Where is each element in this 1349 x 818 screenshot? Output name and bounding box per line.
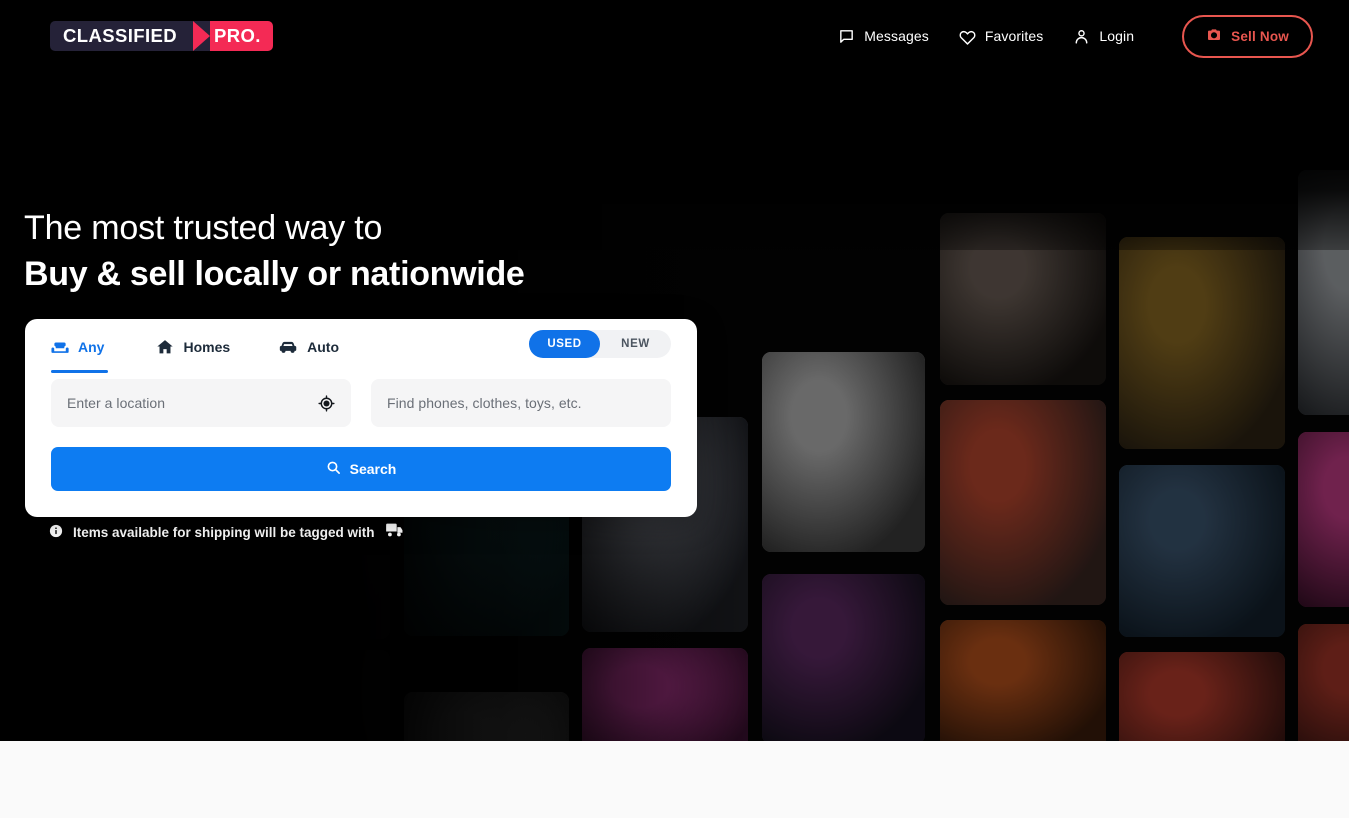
search-card-top-row: Any Homes Auto USED NEW bbox=[51, 319, 671, 373]
shipping-note: Items available for shipping will be tag… bbox=[49, 523, 404, 541]
mosaic-tile-image bbox=[1119, 465, 1285, 637]
sell-now-label: Sell Now bbox=[1231, 28, 1289, 44]
location-input[interactable]: Enter a location bbox=[51, 379, 351, 427]
condition-option-used[interactable]: USED bbox=[529, 330, 600, 358]
search-button-label: Search bbox=[349, 461, 397, 477]
mosaic-tile-mountain-bike-bw bbox=[1298, 170, 1349, 415]
nav-item-favorites[interactable]: Favorites bbox=[959, 28, 1043, 45]
mosaic-tile-image bbox=[225, 650, 390, 741]
search-fields: Enter a location Find phones, clothes, t… bbox=[51, 379, 671, 427]
mosaic-tile-ipad-unboxing bbox=[1119, 237, 1285, 449]
gps-crosshair-icon[interactable] bbox=[318, 394, 335, 412]
heart-icon bbox=[959, 28, 976, 45]
headline-line-1: The most trusted way to bbox=[24, 209, 383, 247]
mosaic-tile-pink-game-controller bbox=[1298, 432, 1349, 607]
mosaic-tile-image bbox=[940, 213, 1106, 385]
nav-label-messages: Messages bbox=[864, 28, 929, 44]
magnifier-icon bbox=[326, 460, 341, 478]
nav-item-messages[interactable]: Messages bbox=[838, 28, 929, 45]
brand-logo-chevron bbox=[192, 21, 210, 51]
tab-label-homes: Homes bbox=[183, 339, 231, 355]
info-circle-icon bbox=[49, 524, 63, 541]
condition-option-new[interactable]: NEW bbox=[600, 330, 671, 358]
mosaic-tile-red-object-desk bbox=[1298, 624, 1349, 741]
sofa-icon bbox=[51, 338, 69, 356]
mosaic-tile-blue-sofa-pillow bbox=[1119, 465, 1285, 637]
brand-logo-dot: . bbox=[255, 25, 261, 46]
mosaic-tile-denim-jacket-orange bbox=[44, 576, 214, 741]
mosaic-tile-image bbox=[1119, 652, 1285, 741]
mosaic-tile-grey-hoodie bbox=[762, 352, 925, 552]
tab-label-auto: Auto bbox=[307, 339, 340, 355]
mosaic-tile-image bbox=[1298, 432, 1349, 607]
mosaic-tile-image bbox=[44, 576, 214, 741]
brand-logo-pro: PRO. bbox=[209, 21, 273, 51]
nav-item-login[interactable]: Login bbox=[1073, 28, 1134, 45]
mosaic-tile-image bbox=[762, 352, 925, 552]
tab-auto[interactable]: Auto bbox=[278, 321, 363, 373]
delivery-truck-icon bbox=[385, 523, 404, 541]
tab-label-any: Any bbox=[78, 339, 105, 355]
house-icon bbox=[156, 338, 174, 356]
location-input-placeholder: Enter a location bbox=[67, 395, 166, 411]
tab-any[interactable]: Any bbox=[51, 321, 132, 373]
mosaic-tile-image bbox=[1298, 624, 1349, 741]
nav-label-login: Login bbox=[1099, 28, 1135, 44]
mosaic-tile-ps5-console-box bbox=[225, 650, 390, 741]
site-header: CLASSIFIED PRO. Messages Favorites Login… bbox=[0, 0, 1349, 72]
mosaic-tile-white-tshirt bbox=[404, 692, 569, 741]
category-tabs: Any Homes Auto bbox=[51, 321, 387, 373]
mosaic-tile-image bbox=[940, 400, 1106, 605]
mosaic-tile-image bbox=[404, 692, 569, 741]
search-card: Any Homes Auto USED NEW Enter a location… bbox=[25, 319, 697, 517]
mosaic-tile-red-wristwatch bbox=[1119, 652, 1285, 741]
hero-section: CLASSIFIED PRO. Messages Favorites Login… bbox=[0, 0, 1349, 741]
car-icon bbox=[278, 337, 298, 357]
sell-now-button[interactable]: Sell Now bbox=[1182, 14, 1313, 58]
hero-headline: The most trusted way to Buy & sell local… bbox=[24, 206, 525, 298]
tab-homes[interactable]: Homes bbox=[156, 321, 254, 373]
mosaic-tile-image bbox=[582, 648, 748, 741]
nav-label-favorites: Favorites bbox=[984, 28, 1044, 44]
mosaic-tile-airpods-watch-desk bbox=[940, 620, 1106, 741]
mosaic-tile-image bbox=[762, 574, 925, 741]
header-nav: Messages Favorites Login Sell Now bbox=[838, 14, 1313, 58]
brand-logo[interactable]: CLASSIFIED PRO. bbox=[50, 21, 273, 51]
headline-line-2: Buy & sell locally or nationwide bbox=[24, 254, 525, 293]
mosaic-tile-image bbox=[1298, 170, 1349, 415]
query-input-placeholder: Find phones, clothes, toys, etc. bbox=[387, 395, 582, 411]
brand-logo-classified: CLASSIFIED bbox=[50, 21, 193, 51]
mosaic-tile-apple-watch-wrist bbox=[940, 213, 1106, 385]
person-icon bbox=[1073, 28, 1090, 45]
mosaic-tile-image bbox=[1119, 237, 1285, 449]
brand-logo-pro-text: PRO bbox=[213, 25, 256, 46]
condition-toggle[interactable]: USED NEW bbox=[529, 330, 671, 358]
page-below-fold bbox=[0, 741, 1349, 818]
mosaic-tile-red-bmw-car bbox=[940, 400, 1106, 605]
chat-bubble-icon bbox=[838, 28, 855, 45]
shipping-note-text: Items available for shipping will be tag… bbox=[73, 524, 375, 540]
query-input[interactable]: Find phones, clothes, toys, etc. bbox=[371, 379, 671, 427]
mosaic-tile-teal-skateboard bbox=[762, 574, 925, 741]
mosaic-tile-gaming-console-pink bbox=[582, 648, 748, 741]
mosaic-tile-image bbox=[940, 620, 1106, 741]
camera-icon bbox=[1206, 27, 1222, 46]
search-button[interactable]: Search bbox=[51, 447, 671, 491]
